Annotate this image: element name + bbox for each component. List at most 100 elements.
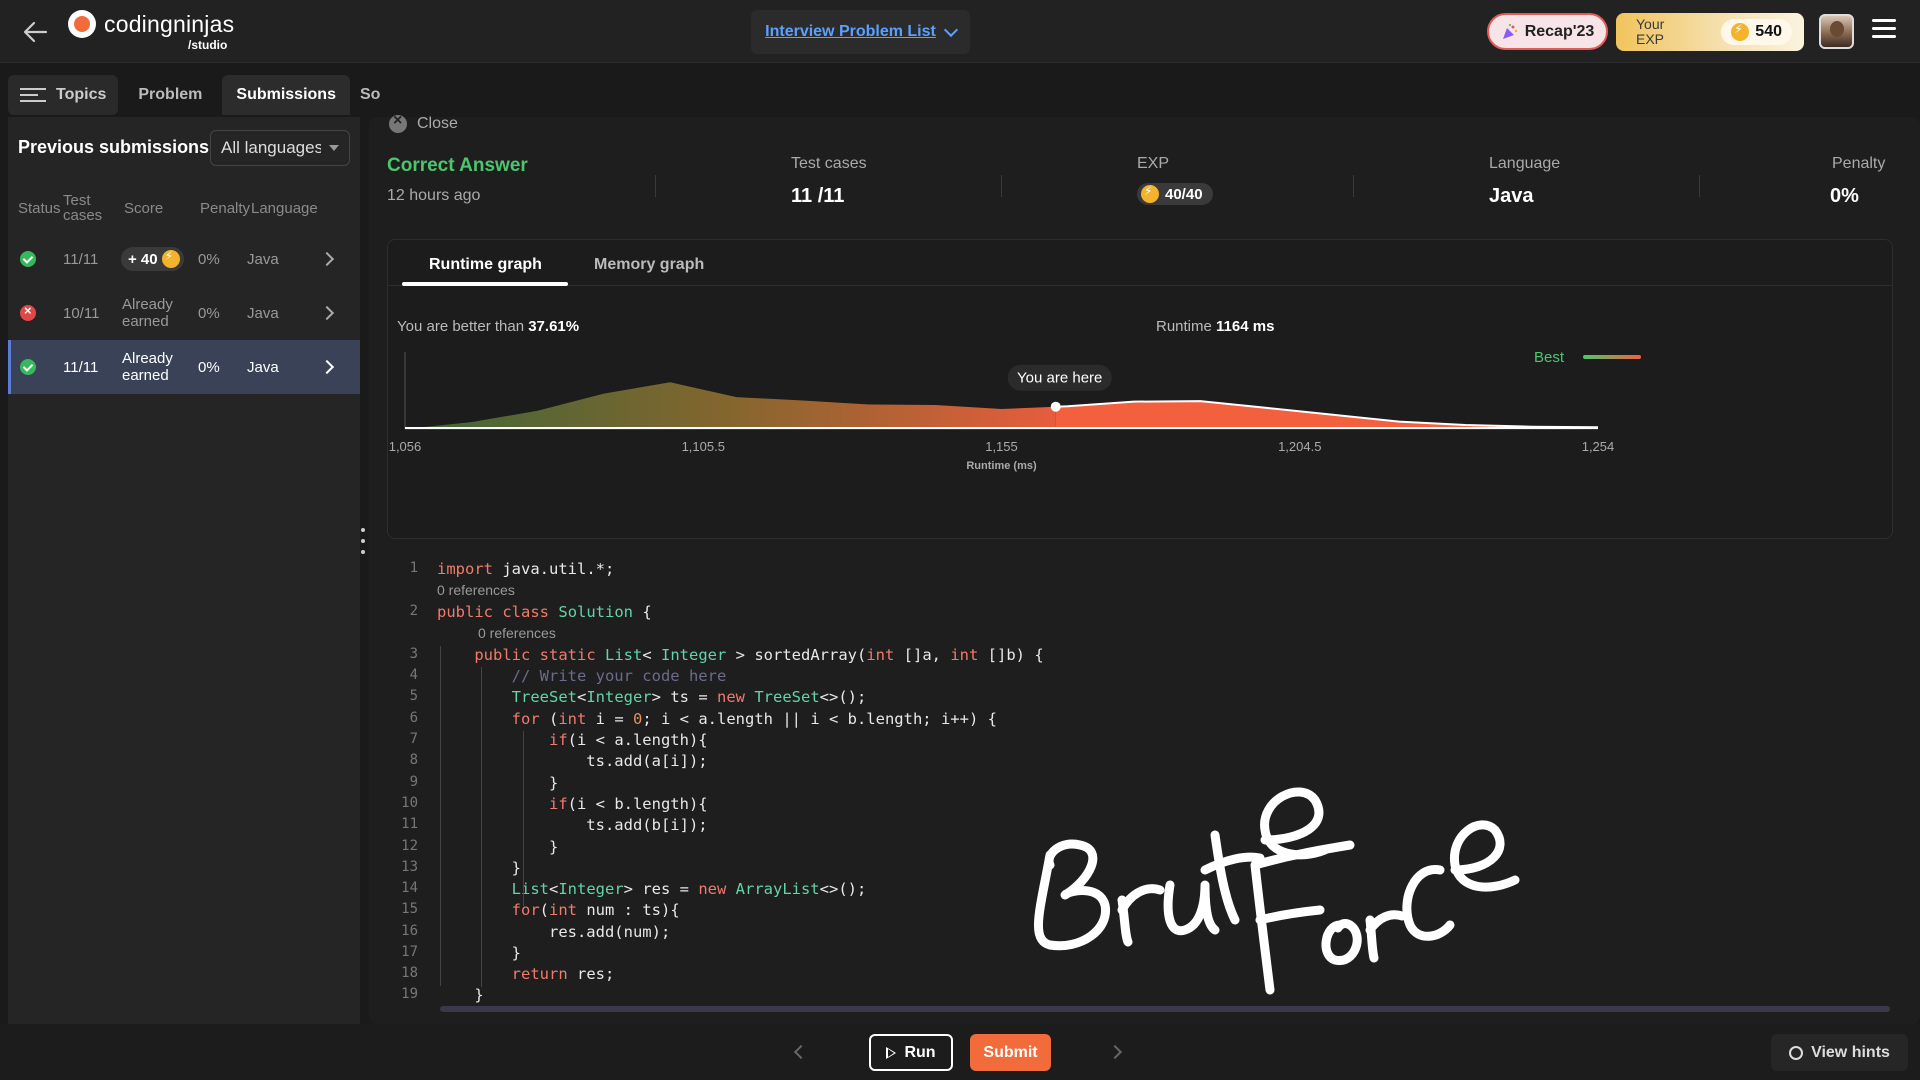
code-text: } [437, 944, 521, 962]
x-tick-label: 1,204.5 [1278, 439, 1321, 454]
penalty-block: Penalty 0% [1830, 155, 1885, 208]
better-than-prefix: You are better than [397, 318, 525, 335]
brute-force-handwriting [1034, 787, 1520, 995]
horizontal-scrollbar[interactable] [440, 1006, 1890, 1012]
line-number: 8 [409, 752, 418, 768]
legend-label: Best [1534, 349, 1565, 366]
code-lens-references[interactable]: 0 references [478, 625, 556, 641]
chevron-left-icon[interactable] [793, 1044, 809, 1060]
x-tick-label: 1,254 [1582, 439, 1615, 454]
view-hints-button[interactable]: View hints [1771, 1034, 1908, 1071]
bottom-bar: Run Submit View hints [0, 1024, 1920, 1080]
line-number: 2 [409, 603, 418, 619]
line-number: 3 [409, 646, 418, 662]
status-success-icon [20, 359, 36, 375]
chevron-right-icon [319, 305, 335, 321]
back-arrow-icon[interactable] [22, 19, 48, 45]
line-number: 4 [409, 667, 418, 683]
row-language: Java [247, 358, 279, 376]
column-language: Language [251, 200, 318, 217]
exp-widget[interactable]: Your EXP 540 [1616, 13, 1804, 51]
test-cases-label: Test cases [791, 155, 867, 172]
code-text: TreeSet<Integer> ts = new TreeSet<>(); [511, 688, 867, 706]
exp-value: 540 [1721, 19, 1792, 45]
verdict: Correct Answer [387, 155, 528, 176]
recap-button[interactable]: Recap'23 [1487, 13, 1608, 50]
hamburger-menu-icon[interactable] [1872, 19, 1896, 43]
line-number: 13 [401, 859, 418, 875]
close-icon [389, 112, 407, 133]
row-test-cases: 11/11 [63, 250, 99, 268]
exp-label: Your EXP [1636, 16, 1665, 47]
x-tick-label: 1,105.5 [682, 439, 725, 454]
graph-tabs: Runtime graph Memory graph [388, 240, 1892, 286]
better-than-value: 37.61% [528, 318, 580, 335]
submit-button[interactable]: Submit [970, 1034, 1051, 1071]
line-number: 12 [401, 838, 418, 854]
panel-resize-handle[interactable] [361, 528, 366, 566]
exp-block: EXP 40/40 [1137, 155, 1213, 208]
tab-submissions[interactable]: Submissions [222, 75, 350, 115]
chevron-right-icon[interactable] [1107, 1044, 1123, 1060]
lightning-coin-icon [1731, 22, 1750, 41]
problem-list-label: Interview Problem List [765, 23, 936, 40]
avatar[interactable] [1819, 14, 1854, 49]
row-test-cases: 10/11 [63, 304, 100, 322]
indent-guide [523, 731, 524, 821]
run-button[interactable]: Run [869, 1034, 953, 1071]
indent-guide [481, 667, 482, 987]
penalty-value: 0% [1830, 185, 1859, 207]
language-filter-select[interactable]: All languages [210, 130, 350, 166]
tab-topics[interactable]: Topics [8, 75, 119, 115]
line-number: 17 [401, 944, 418, 960]
play-icon [886, 1046, 897, 1059]
line-number: 5 [409, 688, 418, 704]
caret-down-icon [329, 145, 339, 151]
left-tabs: Topics Problem Submissions Solutions [8, 74, 380, 116]
indent-guide [440, 646, 441, 986]
logo-sub: /studio [188, 38, 228, 52]
chevron-right-icon [319, 359, 335, 375]
line-number: 10 [401, 795, 418, 811]
code-text: } [437, 859, 521, 877]
column-penalty: Penalty [200, 200, 251, 217]
indent-guide [523, 816, 524, 906]
submission-row-selected[interactable]: 11/11 Already earned 0% Java [8, 340, 360, 394]
column-test-cases: Test cases [63, 192, 103, 224]
divider [655, 175, 656, 197]
tab-runtime-graph[interactable]: Runtime graph [429, 256, 542, 274]
line-number: 7 [409, 731, 418, 747]
area-slower-region [405, 382, 1056, 429]
close-button[interactable]: Close [389, 112, 458, 133]
exp-value-text: 540 [1755, 23, 1782, 40]
close-label: Close [417, 115, 458, 132]
logo[interactable]: codingninjas /studio [68, 9, 258, 55]
active-tab-indicator [402, 282, 568, 286]
submission-row[interactable]: 11/11 + 40 0% Java [8, 232, 360, 286]
tab-solutions[interactable]: Solutions [356, 75, 380, 115]
problem-list-dropdown[interactable]: Interview Problem List [751, 10, 970, 54]
tab-problem[interactable]: Problem [124, 75, 216, 115]
submission-row[interactable]: 10/11 Already earned 0% Java [8, 286, 360, 340]
status-failed-icon [20, 303, 36, 321]
exp-label: EXP [1137, 155, 1170, 172]
you-are-here-label: You are here [1017, 370, 1102, 387]
code-text: if(i < b.length){ [548, 795, 708, 813]
x-tick-label: 1,155 [985, 439, 1018, 454]
code-lens-references[interactable]: 0 references [437, 582, 515, 598]
code-text: public static List< Integer > sortedArra… [474, 646, 1044, 664]
line-number: 6 [409, 710, 418, 726]
code-text: if(i < a.length){ [548, 731, 708, 749]
column-status: Status [18, 200, 61, 217]
line-number: 1 [409, 560, 418, 576]
you-are-here-point [1050, 401, 1061, 412]
code-text: for(int num : ts){ [511, 901, 680, 919]
tab-memory-graph[interactable]: Memory graph [594, 256, 704, 274]
party-popper-icon [1502, 23, 1517, 39]
language-filter-value: All languages [221, 138, 321, 157]
line-number: 14 [401, 880, 418, 896]
code-text: public class Solution { [437, 603, 652, 621]
submitted-time: 12 hours ago [387, 187, 481, 204]
verdict-block: Correct Answer 12 hours ago [387, 155, 528, 205]
code-text: ts.add(a[i]); [437, 752, 708, 770]
